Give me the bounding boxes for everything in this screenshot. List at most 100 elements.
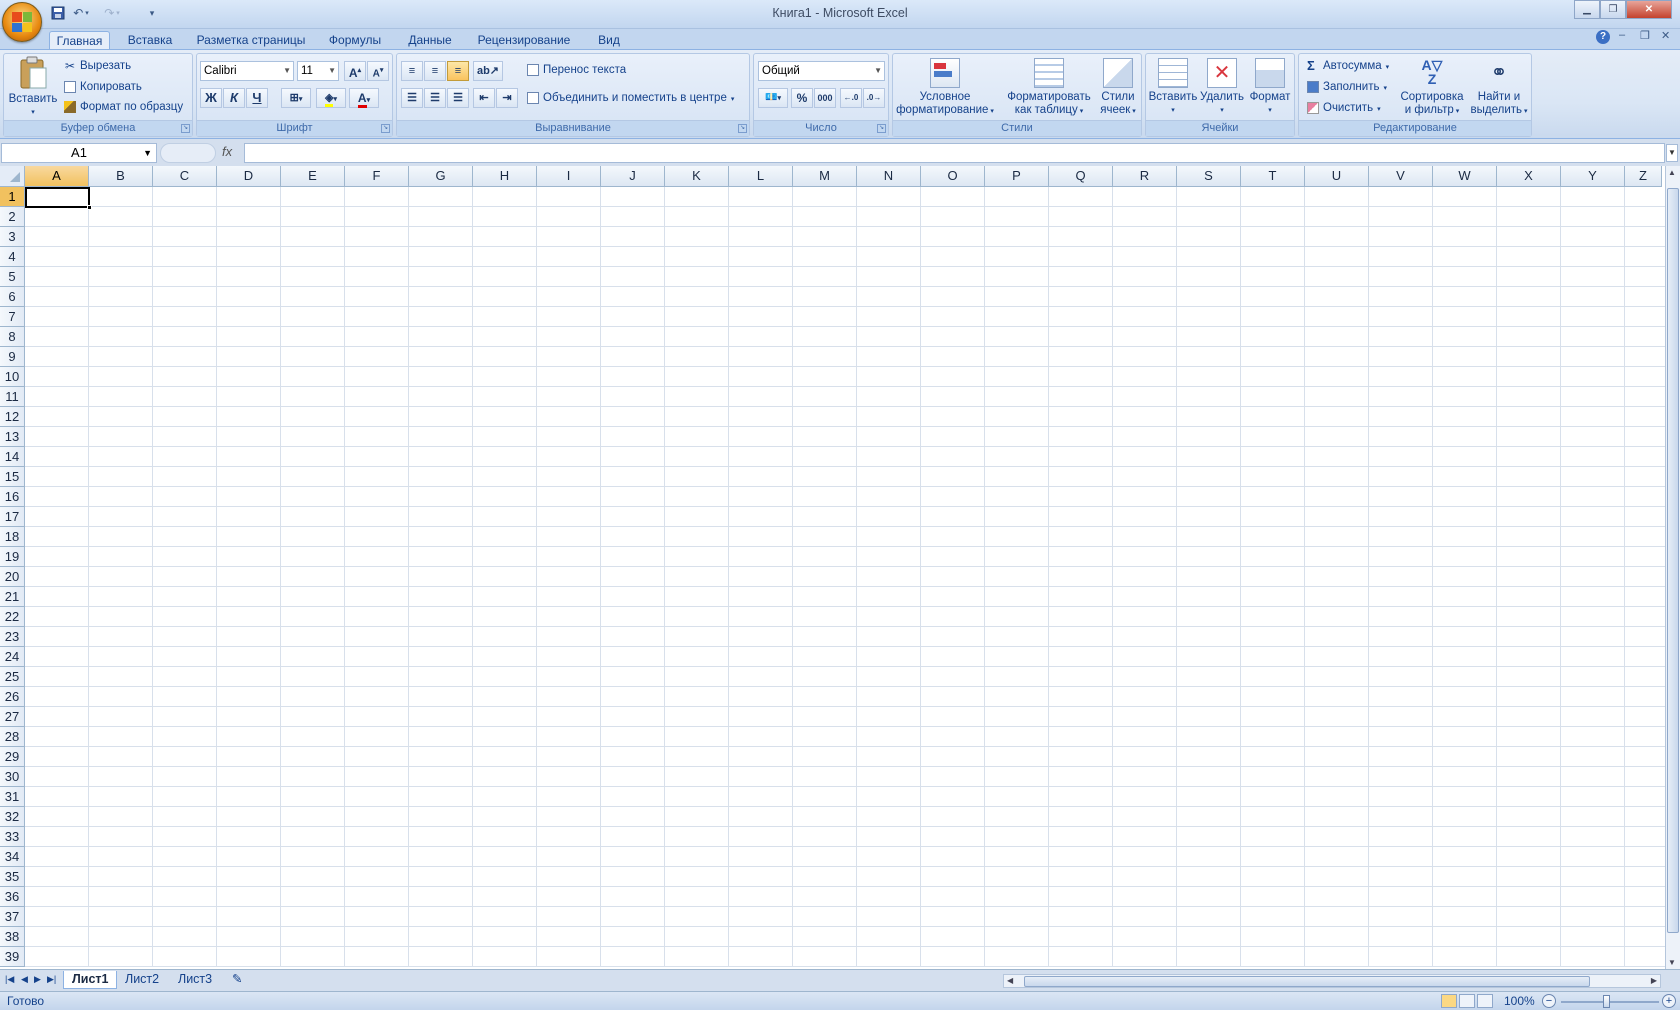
select-all-button[interactable] — [0, 166, 25, 187]
row-header-7[interactable]: 7 — [0, 307, 25, 327]
cell-area[interactable] — [25, 187, 1666, 967]
row-header-11[interactable]: 11 — [0, 387, 25, 407]
tab-insert[interactable]: Вставка — [120, 31, 180, 50]
column-header-x[interactable]: X — [1497, 166, 1561, 187]
tab-formulas[interactable]: Формулы — [322, 31, 388, 50]
grow-font-button[interactable]: A▴ — [344, 61, 366, 81]
row-header-28[interactable]: 28 — [0, 727, 25, 747]
italic-button[interactable]: К — [223, 88, 245, 108]
row-header-12[interactable]: 12 — [0, 407, 25, 427]
workbook-restore-icon[interactable]: ❐ — [1640, 29, 1650, 42]
column-header-b[interactable]: B — [89, 166, 153, 187]
page-break-view-icon[interactable] — [1477, 994, 1493, 1008]
decrease-decimal-button[interactable]: .0→ — [863, 88, 885, 108]
row-header-1[interactable]: 1 — [0, 187, 25, 207]
row-header-16[interactable]: 16 — [0, 487, 25, 507]
column-header-e[interactable]: E — [281, 166, 345, 187]
copy-button[interactable]: Копировать — [64, 81, 142, 93]
clipboard-launcher-icon[interactable]: ↘ — [181, 124, 190, 133]
row-header-25[interactable]: 25 — [0, 667, 25, 687]
tab-data[interactable]: Данные — [398, 31, 462, 50]
clear-button[interactable]: Очистить ▾ — [1307, 102, 1381, 114]
autosum-button[interactable]: Σ Автосумма ▾ — [1307, 59, 1389, 72]
cut-button[interactable]: ✂ Вырезать — [64, 60, 131, 72]
align-top-button[interactable]: ≡ — [401, 61, 423, 81]
align-right-button[interactable]: ☰ — [447, 88, 469, 108]
alignment-launcher-icon[interactable]: ↘ — [738, 124, 747, 133]
column-header-c[interactable]: C — [153, 166, 217, 187]
decrease-indent-button[interactable]: ⇤ — [473, 88, 495, 108]
sheet-tab-2[interactable]: Лист2 — [117, 971, 167, 989]
row-header-3[interactable]: 3 — [0, 227, 25, 247]
row-header-17[interactable]: 17 — [0, 507, 25, 527]
column-header-v[interactable]: V — [1369, 166, 1433, 187]
underline-button[interactable]: Ч — [246, 88, 268, 108]
currency-button[interactable]: 💶▾ — [758, 88, 788, 108]
align-center-button[interactable]: ☰ — [424, 88, 446, 108]
row-header-24[interactable]: 24 — [0, 647, 25, 667]
format-painter-button[interactable]: Формат по образцу — [64, 101, 183, 113]
column-header-g[interactable]: G — [409, 166, 473, 187]
row-header-20[interactable]: 20 — [0, 567, 25, 587]
fill-handle[interactable] — [87, 205, 92, 210]
delete-cells-button[interactable]: ✕ Удалить ▾ — [1198, 58, 1246, 117]
zoom-level[interactable]: 100% — [1504, 994, 1535, 1008]
row-header-37[interactable]: 37 — [0, 907, 25, 927]
column-header-h[interactable]: H — [473, 166, 537, 187]
column-header-a[interactable]: A — [25, 166, 89, 187]
minimize-button[interactable]: ▁ — [1574, 0, 1600, 19]
scroll-left-icon[interactable]: ◀ — [1007, 976, 1013, 985]
number-launcher-icon[interactable]: ↘ — [877, 124, 886, 133]
increase-indent-button[interactable]: ⇥ — [496, 88, 518, 108]
column-header-i[interactable]: I — [537, 166, 601, 187]
row-header-14[interactable]: 14 — [0, 447, 25, 467]
number-format-combo[interactable]: Общий ▼ — [758, 61, 885, 81]
row-header-30[interactable]: 30 — [0, 767, 25, 787]
row-header-26[interactable]: 26 — [0, 687, 25, 707]
tab-home[interactable]: Главная — [49, 31, 110, 50]
column-header-u[interactable]: U — [1305, 166, 1369, 187]
align-middle-button[interactable]: ≡ — [424, 61, 446, 81]
column-header-o[interactable]: O — [921, 166, 985, 187]
row-header-9[interactable]: 9 — [0, 347, 25, 367]
row-header-10[interactable]: 10 — [0, 367, 25, 387]
insert-sheet-icon[interactable]: ✎ — [226, 971, 248, 989]
vertical-scrollbar[interactable]: ▲ ▼ — [1665, 166, 1680, 969]
row-header-22[interactable]: 22 — [0, 607, 25, 627]
column-header-n[interactable]: N — [857, 166, 921, 187]
format-cells-button[interactable]: Формат ▾ — [1246, 58, 1294, 117]
prev-sheet-icon[interactable]: ◀ — [21, 974, 28, 985]
row-header-4[interactable]: 4 — [0, 247, 25, 267]
row-header-23[interactable]: 23 — [0, 627, 25, 647]
tab-page-layout[interactable]: Разметка страницы — [191, 31, 311, 50]
first-sheet-icon[interactable]: |◀ — [5, 974, 14, 985]
zoom-out-icon[interactable]: − — [1542, 994, 1556, 1008]
workbook-minimize-icon[interactable]: – — [1619, 29, 1625, 41]
tab-review[interactable]: Рецензирование — [474, 31, 574, 50]
row-header-5[interactable]: 5 — [0, 267, 25, 287]
bold-button[interactable]: Ж — [200, 88, 222, 108]
find-select-button[interactable]: ⚭ Найти и выделить ▾ — [1467, 58, 1531, 118]
page-layout-view-icon[interactable] — [1459, 994, 1475, 1008]
row-header-35[interactable]: 35 — [0, 867, 25, 887]
align-left-button[interactable]: ☰ — [401, 88, 423, 108]
sheet-tab-1[interactable]: Лист1 — [63, 971, 118, 989]
scroll-up-icon[interactable]: ▲ — [1668, 168, 1676, 177]
row-header-13[interactable]: 13 — [0, 427, 25, 447]
column-header-w[interactable]: W — [1433, 166, 1497, 187]
merge-center-button[interactable]: Объединить и поместить в центре ▾ — [527, 92, 734, 104]
name-box[interactable]: A1 ▼ — [1, 143, 157, 163]
row-header-27[interactable]: 27 — [0, 707, 25, 727]
zoom-slider[interactable] — [1561, 1001, 1659, 1003]
thousands-button[interactable]: 000 — [814, 88, 836, 108]
help-icon[interactable]: ? — [1596, 30, 1610, 44]
wrap-text-button[interactable]: Перенос текста — [527, 64, 626, 76]
row-header-32[interactable]: 32 — [0, 807, 25, 827]
row-header-18[interactable]: 18 — [0, 527, 25, 547]
office-button[interactable] — [2, 2, 42, 42]
paste-button[interactable]: Вставить ▾ — [7, 56, 59, 119]
tab-view[interactable]: Вид — [588, 31, 630, 50]
row-header-36[interactable]: 36 — [0, 887, 25, 907]
font-launcher-icon[interactable]: ↘ — [381, 124, 390, 133]
column-header-s[interactable]: S — [1177, 166, 1241, 187]
